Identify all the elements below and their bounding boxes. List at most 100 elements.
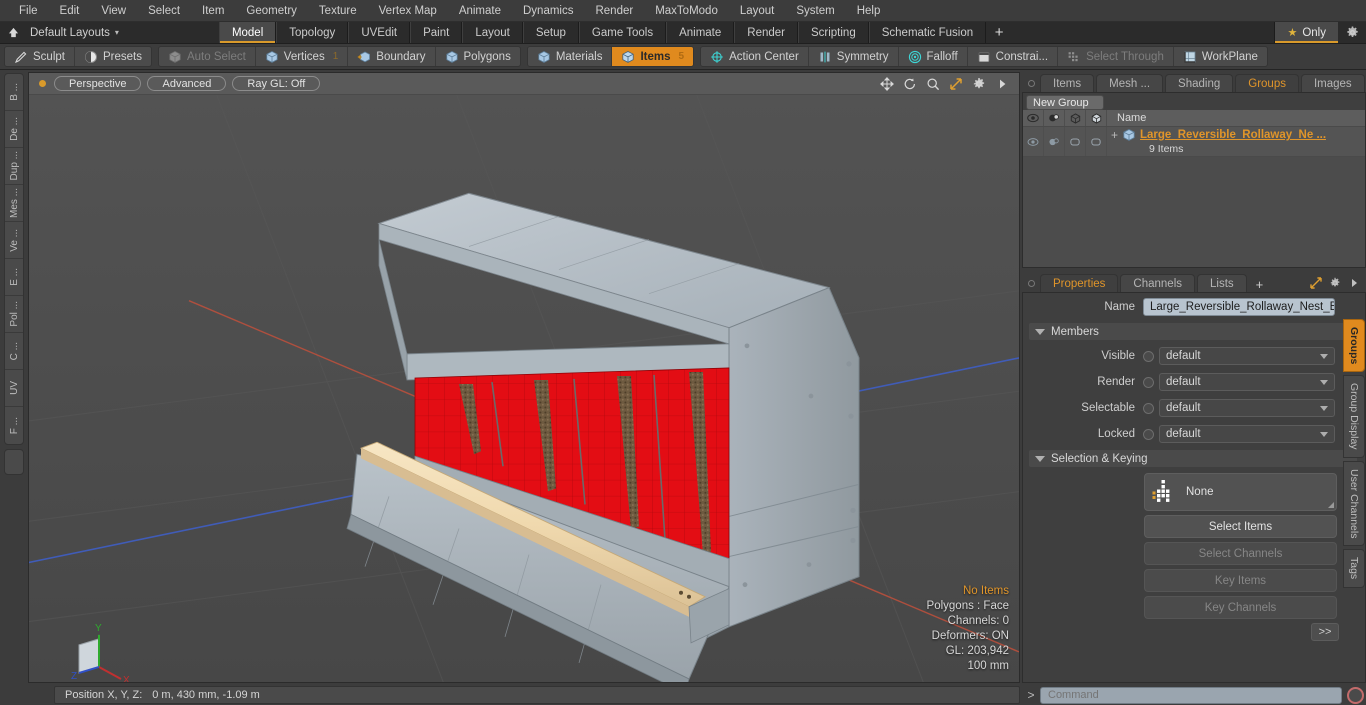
only-toggle-button[interactable]: ★ Only bbox=[1274, 22, 1338, 43]
fit-icon[interactable] bbox=[949, 77, 963, 91]
row-render-toggle[interactable] bbox=[1044, 127, 1065, 156]
layout-tab-layout[interactable]: Layout bbox=[462, 22, 523, 43]
layout-tab-paint[interactable]: Paint bbox=[410, 22, 463, 43]
menu-item-select[interactable]: Select bbox=[137, 0, 191, 22]
home-icon[interactable] bbox=[0, 22, 26, 43]
properties-indicator-dot[interactable] bbox=[1028, 280, 1035, 287]
vtab-tags[interactable]: Tags bbox=[1343, 549, 1365, 588]
viewport-active-indicator[interactable] bbox=[39, 80, 46, 87]
row-wireframe-toggle[interactable] bbox=[1065, 127, 1086, 156]
new-group-button[interactable]: New Group bbox=[1026, 95, 1104, 110]
render-radio[interactable] bbox=[1143, 376, 1154, 388]
expand-more-button[interactable]: >> bbox=[1311, 623, 1339, 641]
menu-item-edit[interactable]: Edit bbox=[49, 0, 91, 22]
render-icon[interactable] bbox=[1044, 110, 1065, 126]
render-dropdown[interactable]: default bbox=[1159, 373, 1335, 391]
add-properties-tab-button[interactable]: + bbox=[1249, 274, 1271, 292]
layout-tab-topology[interactable]: Topology bbox=[276, 22, 349, 43]
tab-properties[interactable]: Properties bbox=[1040, 274, 1119, 292]
selectable-dropdown[interactable]: default bbox=[1159, 399, 1335, 417]
layout-tab-setup[interactable]: Setup bbox=[522, 22, 579, 43]
left-rail-tab-uv[interactable]: UV bbox=[5, 370, 23, 407]
presets-button[interactable]: Presets bbox=[75, 47, 151, 66]
menu-item-help[interactable]: Help bbox=[846, 0, 892, 22]
falloff-button[interactable]: Falloff bbox=[899, 47, 968, 66]
wireframe-icon[interactable] bbox=[1065, 110, 1086, 126]
pan-icon[interactable] bbox=[880, 76, 894, 91]
tab-groups[interactable]: Groups bbox=[1235, 74, 1299, 92]
layout-tab-animate[interactable]: Animate bbox=[666, 22, 735, 43]
default-layouts-dropdown[interactable]: Default Layouts ▾ bbox=[26, 22, 129, 43]
locked-radio[interactable] bbox=[1143, 428, 1154, 440]
selectable-radio[interactable] bbox=[1143, 402, 1154, 414]
vtab-group-display[interactable]: Group Display bbox=[1343, 375, 1365, 458]
menu-item-view[interactable]: View bbox=[90, 0, 137, 22]
left-rail-tab-duplicate[interactable]: Dup ... bbox=[5, 148, 23, 185]
menu-item-vertex-map[interactable]: Vertex Map bbox=[368, 0, 448, 22]
name-input[interactable]: Large_Reversible_Rollaway_Nest_Box bbox=[1143, 298, 1335, 316]
row-eye-toggle[interactable] bbox=[1023, 127, 1044, 156]
menu-item-dynamics[interactable]: Dynamics bbox=[512, 0, 584, 22]
eye-icon[interactable] bbox=[1023, 110, 1044, 126]
members-section-header[interactable]: Members bbox=[1029, 323, 1357, 340]
visible-radio[interactable] bbox=[1143, 350, 1154, 362]
boundary-button[interactable]: Boundary bbox=[348, 47, 436, 66]
viewport-3d[interactable]: Perspective Advanced Ray GL: Off Y X Z N… bbox=[28, 72, 1020, 683]
tab-channels[interactable]: Channels bbox=[1120, 274, 1196, 292]
gear-icon[interactable] bbox=[1329, 277, 1341, 289]
layout-tab-render[interactable]: Render bbox=[734, 22, 798, 43]
locked-dropdown[interactable]: default bbox=[1159, 425, 1335, 443]
viewport-shading-button[interactable]: Advanced bbox=[147, 76, 227, 91]
left-rail-tab-polygon[interactable]: Pol ... bbox=[5, 296, 23, 333]
left-rail-tab-basic[interactable]: B ... bbox=[5, 74, 23, 111]
menu-item-system[interactable]: System bbox=[785, 0, 845, 22]
add-layout-button[interactable]: + bbox=[986, 22, 1012, 43]
layout-tab-scripting[interactable]: Scripting bbox=[797, 22, 869, 43]
viewport-raygl-button[interactable]: Ray GL: Off bbox=[232, 76, 321, 91]
left-rail-tab-deform[interactable]: De ... bbox=[5, 111, 23, 148]
zoom-icon[interactable] bbox=[926, 77, 940, 91]
panel-indicator-dot[interactable] bbox=[1028, 80, 1035, 87]
auto-select-button[interactable]: Auto Select bbox=[159, 47, 256, 66]
vtab-groups[interactable]: Groups bbox=[1343, 319, 1365, 373]
menu-item-animate[interactable]: Animate bbox=[448, 0, 512, 22]
layout-tab-schematic-fusion[interactable]: Schematic Fusion bbox=[868, 22, 987, 43]
record-icon[interactable] bbox=[1347, 686, 1364, 704]
menu-item-render[interactable]: Render bbox=[584, 0, 644, 22]
left-rail-tab-edge[interactable]: E ... bbox=[5, 259, 23, 296]
visible-dropdown[interactable]: default bbox=[1159, 347, 1335, 365]
rotate-icon[interactable] bbox=[903, 77, 917, 91]
menu-item-maxtomodo[interactable]: MaxToModo bbox=[644, 0, 729, 22]
left-rail-tab-vertex[interactable]: Ve ... bbox=[5, 222, 23, 259]
viewport-settings-icon[interactable] bbox=[972, 77, 986, 91]
viewport-view-mode-button[interactable]: Perspective bbox=[54, 76, 142, 91]
items-button[interactable]: Items 5 bbox=[612, 47, 694, 66]
selection-set-picker[interactable]: None bbox=[1144, 473, 1337, 511]
menu-item-file[interactable]: File bbox=[8, 0, 49, 22]
tab-lists[interactable]: Lists bbox=[1197, 274, 1247, 292]
polygons-button[interactable]: Polygons bbox=[436, 47, 520, 66]
selection-keying-section-header[interactable]: Selection & Keying bbox=[1029, 450, 1357, 467]
select-through-button[interactable]: Select Through bbox=[1058, 47, 1174, 66]
menu-item-texture[interactable]: Texture bbox=[308, 0, 368, 22]
layout-tab-model[interactable]: Model bbox=[218, 22, 277, 43]
tab-items[interactable]: Items bbox=[1040, 74, 1095, 92]
left-rail-tab-curve[interactable]: C ... bbox=[5, 333, 23, 370]
left-rail-tab-mesh[interactable]: Mes ... bbox=[5, 185, 23, 222]
symmetry-button[interactable]: Symmetry bbox=[809, 47, 899, 66]
gear-icon[interactable] bbox=[1338, 22, 1366, 43]
expand-icon[interactable] bbox=[1310, 277, 1322, 289]
viewport-canvas[interactable]: Y X Z No Items Polygons : Face Channels:… bbox=[29, 95, 1019, 682]
tab-mesh[interactable]: Mesh ... bbox=[1096, 74, 1164, 92]
layout-tab-uvedit[interactable]: UVEdit bbox=[348, 22, 411, 43]
workplane-button[interactable]: WorkPlane bbox=[1174, 47, 1267, 66]
layout-tab-game-tools[interactable]: Game Tools bbox=[578, 22, 667, 43]
more-arrow-icon[interactable] bbox=[1348, 277, 1360, 289]
constrain-button[interactable]: Constrai... bbox=[968, 47, 1059, 66]
tab-images[interactable]: Images bbox=[1300, 74, 1365, 92]
command-input[interactable] bbox=[1040, 686, 1342, 704]
menu-item-item[interactable]: Item bbox=[191, 0, 235, 22]
groups-list-body[interactable]: + Large_Reversible_Rollaway_Ne ... 9 Ite… bbox=[1023, 127, 1365, 267]
group-name[interactable]: Large_Reversible_Rollaway_Ne ... bbox=[1140, 129, 1326, 141]
left-rail-tab-fusion[interactable]: F ... bbox=[5, 407, 23, 444]
